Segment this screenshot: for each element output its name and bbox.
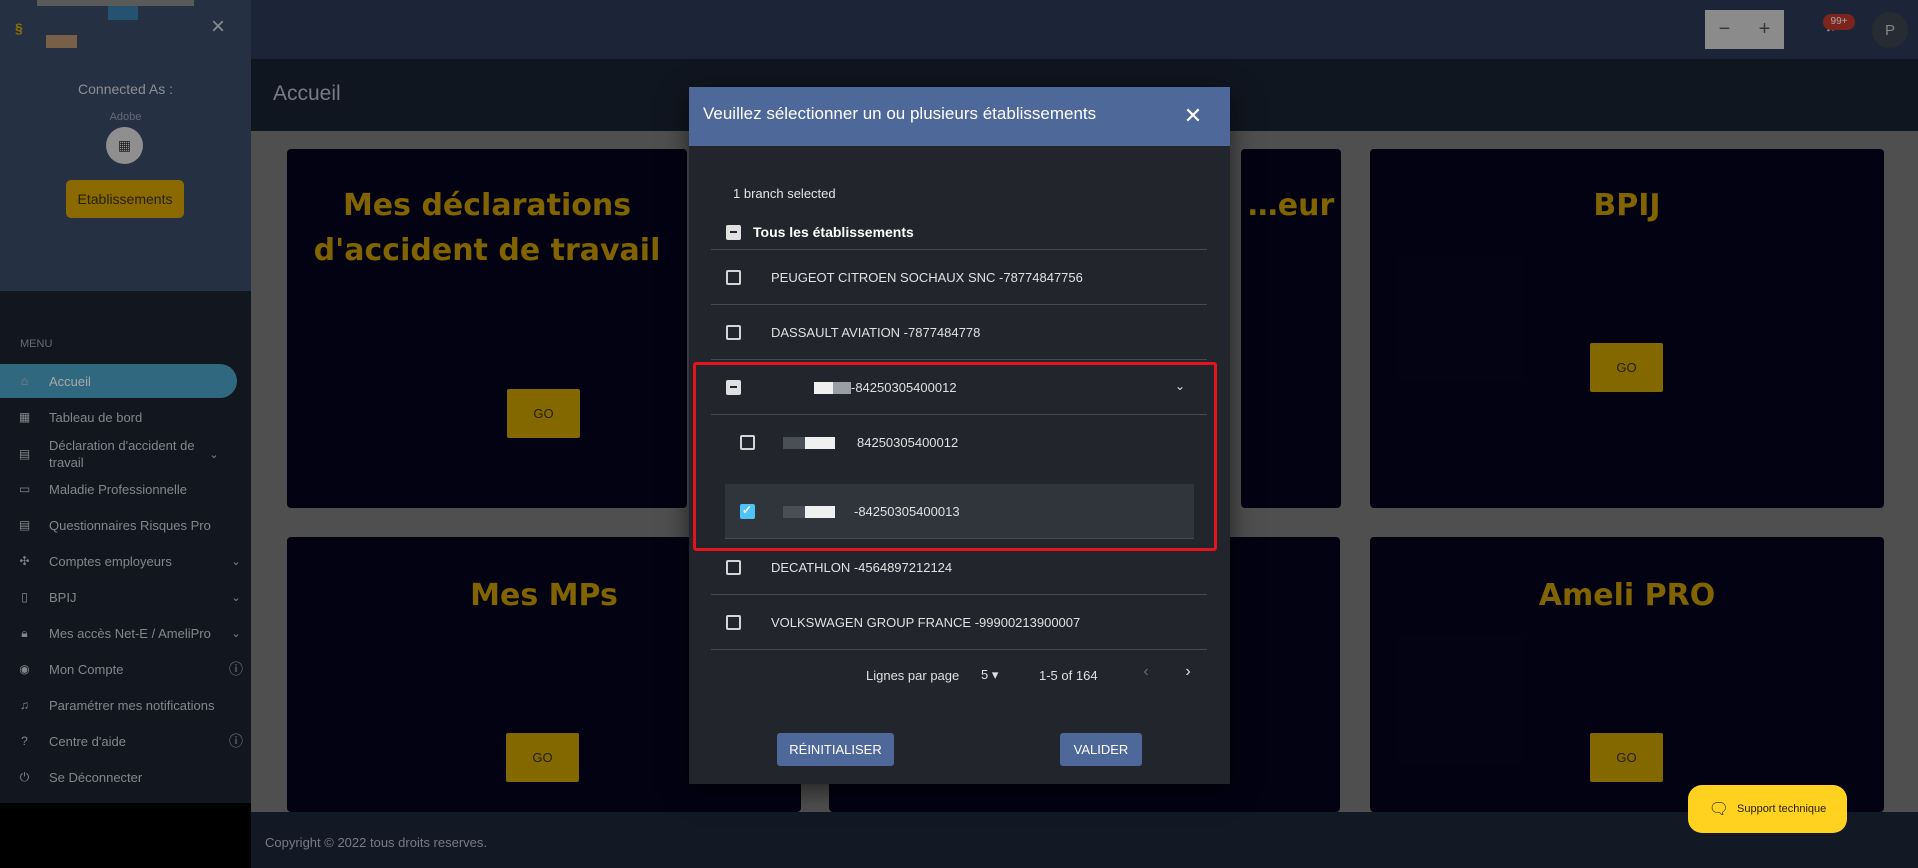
redacted-name [805,506,835,518]
row-checkbox[interactable] [726,270,741,285]
select-establishments-modal: Veuillez sélectionner un ou plusieurs ét… [689,87,1230,784]
chat-bubble-icon: 🗨︎ [1708,801,1729,818]
establishment-label: 84250305400012 [857,435,959,450]
establishment-label: DASSAULT AVIATION -7877484778 [771,325,981,340]
row-checkbox-checked[interactable] [740,503,755,519]
row-checkbox[interactable] [726,615,741,630]
child-establishment-row-selected[interactable]: -84250305400013 [725,484,1194,539]
establishment-group-row[interactable]: -84250305400012 ⌄ [711,360,1207,415]
establishment-row[interactable]: VOLKSWAGEN GROUP FRANCE -99900213900007 [711,595,1207,650]
select-all-row[interactable]: Tous les établissements [711,214,1207,250]
redacted-name [833,382,851,394]
row-checkbox[interactable] [726,560,741,575]
chevron-left-icon[interactable]: ‹ [1134,663,1158,687]
group-checkbox[interactable] [726,380,741,395]
pagination: Lignes par page 5 ▾ 1-5 of 164 ‹ › [689,660,1230,690]
rows-per-page-select[interactable]: 5 ▾ [981,667,998,683]
establishment-row[interactable]: PEUGEOT CITROEN SOCHAUX SNC -78774847756 [711,250,1207,305]
support-button[interactable]: 🗨︎ Support technique [1688,785,1847,833]
establishment-label: PEUGEOT CITROEN SOCHAUX SNC -78774847756 [771,270,1083,285]
modal-header: Veuillez sélectionner un ou plusieurs ét… [689,87,1230,146]
rows-per-page-value: 5 [981,667,989,682]
rows-per-page-label: Lignes par page [866,668,960,683]
row-checkbox[interactable] [740,435,755,450]
establishment-label: DECATHLON -4564897212124 [771,560,953,575]
selected-count: 1 branch selected [733,186,836,201]
child-establishment-row[interactable]: 84250305400012 [725,415,1194,470]
close-icon[interactable]: ✕ [1180,103,1206,129]
establishment-row[interactable]: DECATHLON -4564897212124 [711,540,1207,595]
chevron-right-icon[interactable]: › [1176,663,1200,687]
establishment-label: -84250305400013 [854,504,960,519]
reset-button[interactable]: RÉINITIALISER [777,733,894,766]
establishment-label: -84250305400012 [851,380,957,395]
validate-button[interactable]: VALIDER [1060,733,1142,766]
caret-down-icon: ▾ [991,667,999,682]
row-checkbox[interactable] [726,325,741,340]
page-range: 1-5 of 164 [1039,668,1098,683]
redacted-name [805,437,835,449]
establishment-label: VOLKSWAGEN GROUP FRANCE -99900213900007 [771,615,1081,630]
select-all-label: Tous les établissements [753,224,914,240]
chevron-down-icon[interactable]: ⌄ [1175,379,1185,393]
select-all-checkbox[interactable] [726,225,741,240]
modal-title: Veuillez sélectionner un ou plusieurs ét… [703,104,1097,123]
support-label: Support technique [1737,803,1827,815]
establishment-row[interactable]: DASSAULT AVIATION -7877484778 [711,305,1207,360]
